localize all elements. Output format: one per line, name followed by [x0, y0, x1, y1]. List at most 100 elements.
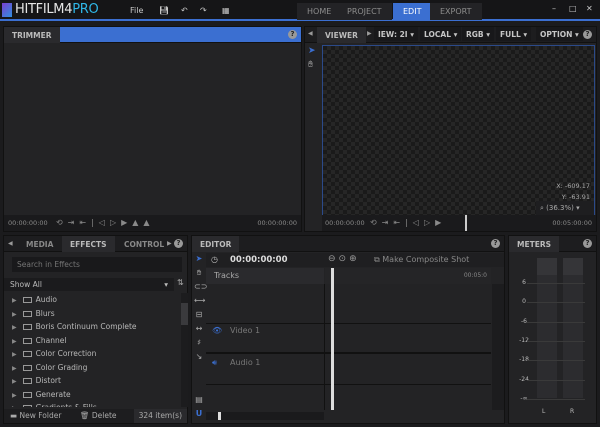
timeline-vscroll[interactable] — [492, 284, 504, 410]
maximize-button[interactable]: □ — [569, 4, 577, 13]
viewer-time-out: 00:05:00:00 — [552, 219, 592, 227]
help-icon[interactable]: ? — [583, 239, 592, 248]
new-folder-button[interactable]: ▬ New Folder — [10, 411, 61, 420]
timeline-ruler[interactable]: 00:05:0 — [325, 268, 491, 284]
meter-gridline — [527, 398, 585, 400]
redo-icon[interactable]: ↷ — [200, 6, 207, 15]
effects-folder[interactable]: ▶ Generate — [4, 388, 180, 402]
folder-icon — [22, 337, 32, 344]
effects-footer: ▬ New Folder 🗑︎ Delete 324 item(s) — [4, 409, 187, 423]
trimmer-title: TRIMMER — [4, 27, 60, 43]
tab-home[interactable]: HOME — [297, 3, 342, 20]
curve-tool-icon[interactable]: ↘ — [194, 352, 204, 361]
grid-icon[interactable]: ▦ — [222, 6, 230, 15]
chevron-right-icon[interactable]: ▶ — [367, 30, 372, 37]
viewer-transport-icons[interactable]: ⟲⇥⇤|◁▷▶ — [370, 218, 446, 227]
tab-controls[interactable]: CONTROL — [116, 236, 172, 252]
expand-arrow-icon[interactable]: ▶ — [12, 365, 17, 372]
chevron-right-icon[interactable]: ▶ — [167, 240, 172, 247]
save-icon[interactable]: 💾︎ — [159, 6, 169, 15]
tab-media[interactable]: MEDIA — [18, 236, 61, 252]
x-readout: X: -609.17 — [556, 182, 590, 190]
folder-icon — [22, 378, 32, 384]
channel-dropdown[interactable]: RGB ▾ — [462, 27, 495, 41]
space-dropdown[interactable]: LOCAL ▾ — [420, 27, 462, 41]
track-video-1[interactable]: Video 1 — [230, 326, 260, 335]
chevron-left-icon[interactable]: ◀ — [8, 240, 13, 247]
item-count: 324 item(s) — [133, 409, 187, 423]
filmstrip-icon[interactable]: ▤ — [194, 395, 204, 404]
ripple-tool-icon[interactable]: ⟷ — [194, 296, 205, 305]
viewer-panel: ◀ VIEWER ▶ ? ➤ ✋︎ X: -609.17 Y: -63.91 ⌕… — [304, 26, 597, 232]
roll-tool-icon[interactable]: ⊟ — [194, 310, 204, 319]
speaker-icon[interactable]: 🔊︎ — [212, 358, 217, 368]
undo-icon[interactable]: ↶ — [181, 6, 188, 15]
slip-tool-icon[interactable]: ⊂⊃ — [194, 282, 207, 291]
timeline-zoom-slider[interactable] — [206, 412, 324, 420]
effects-scrollbar[interactable] — [181, 293, 188, 407]
help-icon[interactable]: ? — [491, 239, 500, 248]
effects-folder[interactable]: ▶Gradients & Fills — [4, 401, 180, 407]
viewer-canvas[interactable]: X: -609.17 Y: -63.91 ⌕ (36.3%) ▾ — [322, 45, 595, 216]
filter-dropdown[interactable]: Show All ▾ — [4, 278, 174, 291]
hand-tool-icon[interactable]: ✋︎ — [308, 60, 313, 70]
viewer-controls: 00:00:00:00 ⟲⇥⇤|◁▷▶ 00:05:00:00 — [322, 215, 596, 231]
app-logo: HITFILM4PRO — [15, 2, 99, 17]
effects-folder[interactable]: ▶ Color Correction — [4, 347, 180, 361]
effects-list: ▶ Audio ▶ Blurs ▶ Boris Continuum Complete ▶ Ch… — [4, 293, 180, 407]
slide-tool-icon[interactable]: ♯ — [194, 338, 204, 347]
trimmer-transport-icons[interactable]: ⟲⇥⇤|◁▷▶▲▲ — [56, 218, 155, 227]
expand-arrow-icon[interactable]: ▶ — [12, 351, 17, 358]
make-composite-button[interactable]: ⧉ Make Composite Shot — [374, 255, 469, 265]
viewer-playhead[interactable] — [465, 215, 467, 231]
editor-timecode[interactable]: 00:00:00:00 — [230, 255, 288, 265]
tab-project[interactable]: PROJECT — [337, 3, 392, 20]
tab-export[interactable]: EXPORT — [430, 3, 482, 20]
effects-folder[interactable]: ▶ Channel — [4, 334, 180, 348]
help-icon[interactable]: ? — [288, 30, 297, 39]
meter-gridline — [527, 321, 585, 323]
minimize-button[interactable]: – — [552, 4, 556, 13]
rate-tool-icon[interactable]: ↔ — [194, 324, 204, 333]
expand-arrow-icon[interactable]: ▶ — [12, 324, 17, 331]
help-icon[interactable]: ? — [583, 30, 592, 39]
expand-arrow-icon[interactable]: ▶ — [12, 378, 17, 385]
close-button[interactable]: ✕ — [586, 4, 593, 13]
clock-icon: ◷ — [211, 255, 218, 264]
effects-folder[interactable]: ▶ Color Grading — [4, 361, 180, 375]
zoom-nav-icons[interactable]: ⊖⊙⊕ — [328, 254, 360, 264]
snap-magnet-icon[interactable]: U — [194, 409, 204, 418]
menu-file[interactable]: File — [130, 6, 143, 15]
sort-icon[interactable]: ⇅ — [177, 278, 184, 287]
options-dropdown[interactable]: OPTION ▾ — [536, 27, 583, 41]
expand-arrow-icon[interactable]: ▶ — [12, 297, 17, 304]
tab-edit[interactable]: EDIT — [393, 3, 432, 20]
eye-icon[interactable]: 👁︎ — [212, 326, 222, 335]
timeline-playhead[interactable] — [331, 268, 334, 410]
help-icon[interactable]: ? — [174, 239, 183, 248]
select-tool-icon[interactable]: ➤ — [308, 46, 316, 56]
expand-arrow-icon[interactable]: ▶ — [12, 392, 17, 399]
effects-folder[interactable]: ▶ Boris Continuum Complete — [4, 320, 180, 334]
effects-folder[interactable]: ▶ Audio — [4, 293, 180, 307]
trimmer-controls: 00:00:00:00 ⟲⇥⇤|◁▷▶▲▲ 00:00:00:00 — [4, 215, 301, 231]
expand-arrow-icon[interactable]: ▶ — [12, 338, 17, 345]
effects-search-input[interactable] — [12, 257, 182, 272]
select-tool-icon[interactable]: ➤ — [194, 254, 204, 263]
tracks-header: Tracks — [206, 268, 324, 284]
expand-arrow-icon[interactable]: ▶ — [12, 311, 17, 318]
zoom-dropdown[interactable]: ⌕ (36.3%) ▾ — [536, 201, 594, 215]
delete-button[interactable]: 🗑︎ Delete — [80, 411, 117, 420]
effects-folder[interactable]: ▶ Blurs — [4, 307, 180, 321]
effects-folder[interactable]: ▶ Distort — [4, 374, 180, 388]
expand-arrow-icon[interactable]: ▶ — [12, 405, 17, 407]
quality-dropdown[interactable]: FULL ▾ — [496, 27, 532, 41]
tab-effects[interactable]: EFFECTS — [62, 236, 115, 252]
meter-gridline — [527, 340, 585, 342]
hand-tool-icon[interactable]: ✋︎ — [194, 268, 204, 278]
editor-toolbar: ◷ 00:00:00:00 ⊖⊙⊕ ⧉ Make Composite Shot — [206, 253, 504, 267]
folder-icon — [22, 391, 32, 398]
view-dropdown[interactable]: IEW: 2I ▾ — [374, 27, 418, 41]
track-audio-1[interactable]: Audio 1 — [230, 358, 260, 367]
chevron-left-icon[interactable]: ◀ — [308, 30, 313, 37]
